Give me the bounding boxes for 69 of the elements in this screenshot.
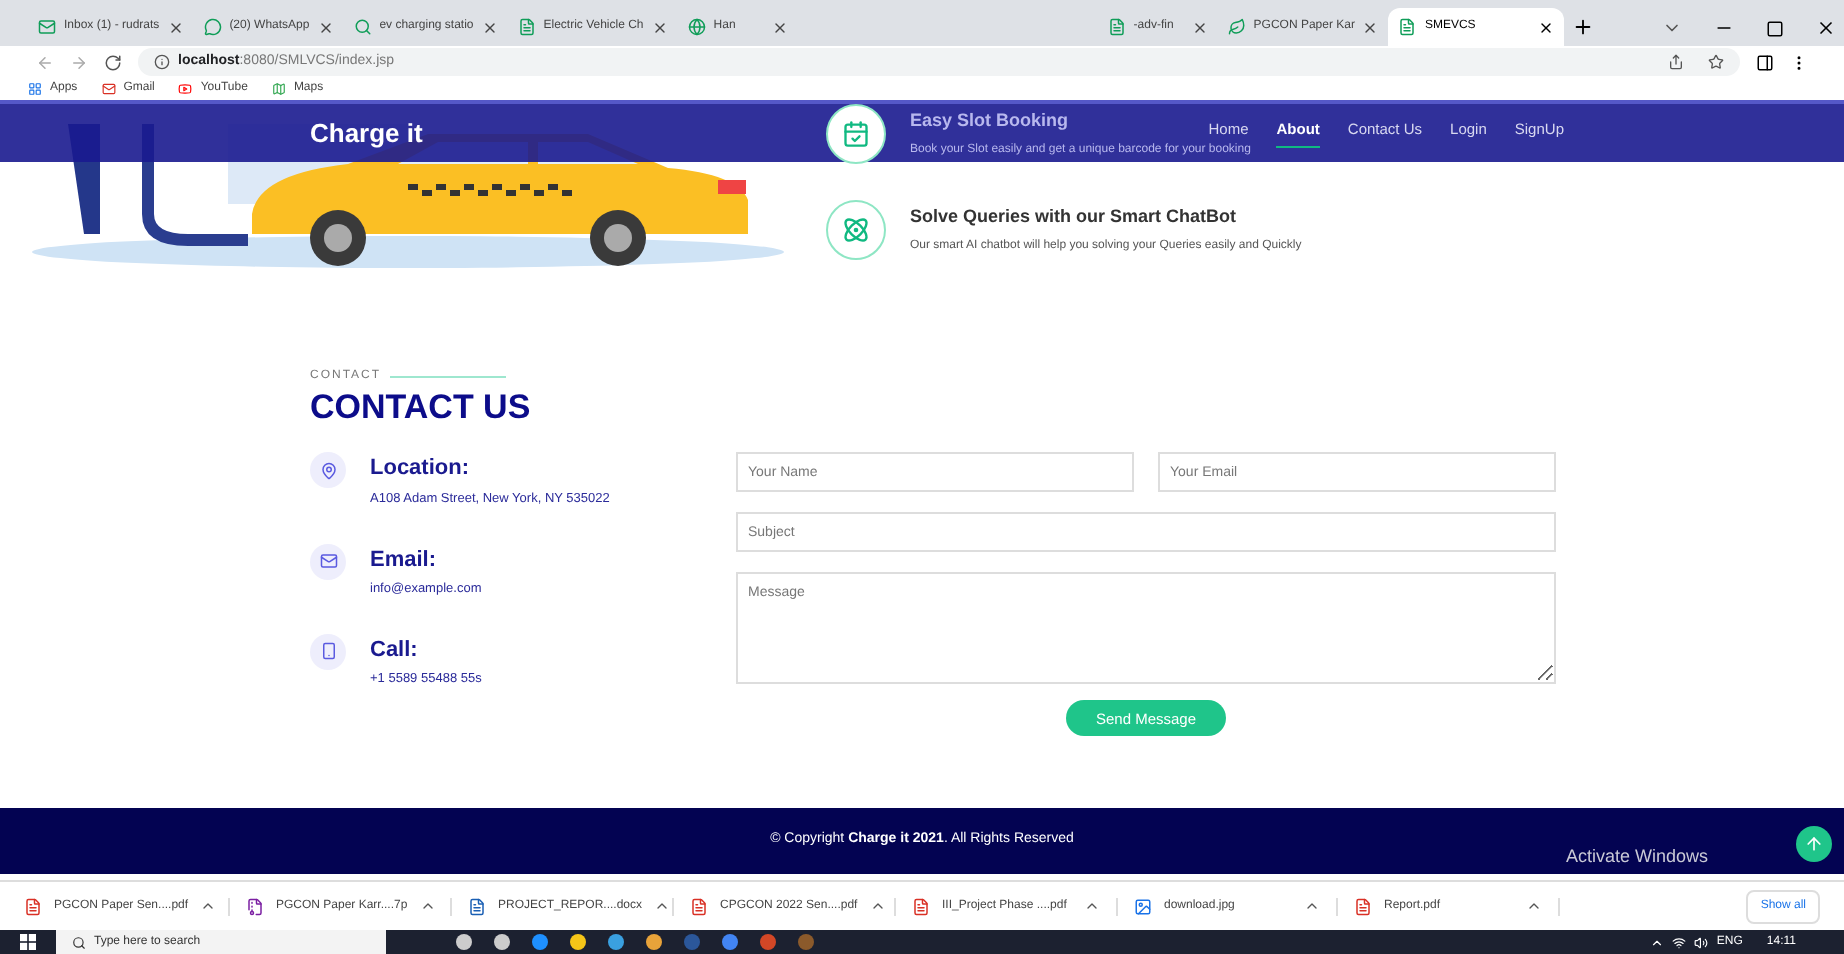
taskbar-app-icon[interactable] (494, 934, 510, 950)
page-icon (1398, 18, 1417, 36)
mail-icon (319, 552, 337, 570)
feature-title: Solve Queries with our Smart ChatBot (910, 203, 1237, 230)
page-icon (1107, 18, 1126, 36)
mail-icon (101, 82, 116, 96)
feature-title: Easy Slot Booking (910, 107, 1069, 134)
close-icon[interactable] (1816, 18, 1836, 38)
chevron-up-icon[interactable] (200, 898, 217, 914)
activate-windows-notice: Activate Windows (1565, 843, 1708, 869)
pdf-file-icon (1354, 897, 1372, 915)
video-icon (178, 82, 193, 96)
close-icon[interactable] (1538, 19, 1555, 35)
bookmark-star-icon[interactable] (1708, 54, 1724, 70)
side-panel-icon[interactable] (1756, 53, 1774, 71)
taskbar-app-icon[interactable] (570, 934, 586, 950)
close-icon[interactable] (481, 19, 498, 35)
chevron-up-icon[interactable] (1304, 898, 1320, 914)
image-file-icon (1134, 897, 1152, 915)
brand-logo[interactable]: Charge it (310, 113, 423, 153)
info-label: Location: (370, 454, 471, 485)
taskbar-app-icon[interactable] (608, 934, 624, 950)
info-label: Email: (370, 545, 439, 575)
chevron-up-icon[interactable] (869, 898, 886, 914)
close-icon[interactable] (167, 19, 184, 35)
reload-icon[interactable] (104, 53, 122, 71)
chevron-up-icon[interactable] (1526, 898, 1542, 914)
back-to-top-button[interactable] (1796, 826, 1832, 862)
document-file-icon (468, 897, 486, 915)
pdf-file-icon (24, 897, 42, 915)
info-icon (154, 54, 170, 70)
location-pin-icon (319, 461, 337, 480)
chevron-up-icon[interactable] (419, 898, 436, 914)
arrow-up-icon (1804, 834, 1824, 854)
search-icon (353, 18, 372, 36)
section-heading: CONTACT US (310, 386, 533, 429)
page-icon (517, 18, 536, 36)
phone-icon (319, 642, 337, 661)
mail-icon (38, 18, 56, 36)
globe-icon (687, 18, 706, 36)
pdf-file-icon (912, 897, 930, 915)
map-icon (271, 82, 286, 96)
atom-icon (842, 216, 870, 244)
taskbar-app-icon[interactable] (532, 934, 548, 950)
close-icon[interactable] (651, 19, 668, 35)
leaf-icon (1227, 18, 1246, 36)
chat-icon (203, 18, 222, 36)
windows-logo-icon[interactable] (20, 934, 36, 950)
pdf-file-icon (690, 897, 708, 915)
close-icon[interactable] (317, 19, 334, 35)
taskbar-app-icon[interactable] (456, 934, 472, 950)
close-icon[interactable] (1362, 19, 1379, 35)
taskbar-app-icon[interactable] (646, 934, 662, 950)
restore-icon[interactable] (1766, 20, 1784, 38)
close-icon[interactable] (771, 19, 788, 35)
info-label: Call: (370, 635, 420, 666)
new-tab-icon[interactable] (1572, 16, 1595, 38)
close-icon[interactable] (1191, 19, 1208, 35)
chevron-up-icon[interactable] (1650, 935, 1665, 949)
chevron-up-icon[interactable] (1084, 898, 1100, 914)
calendar-icon (842, 120, 870, 148)
share-icon[interactable] (1668, 54, 1684, 70)
speaker-icon[interactable] (1694, 935, 1709, 949)
wifi-icon[interactable] (1672, 935, 1687, 949)
grid-icon (28, 82, 42, 96)
chevron-up-icon[interactable] (654, 898, 671, 914)
search-icon (72, 935, 86, 949)
taskbar-app-icon[interactable] (722, 934, 738, 950)
archive-file-icon (246, 897, 264, 915)
